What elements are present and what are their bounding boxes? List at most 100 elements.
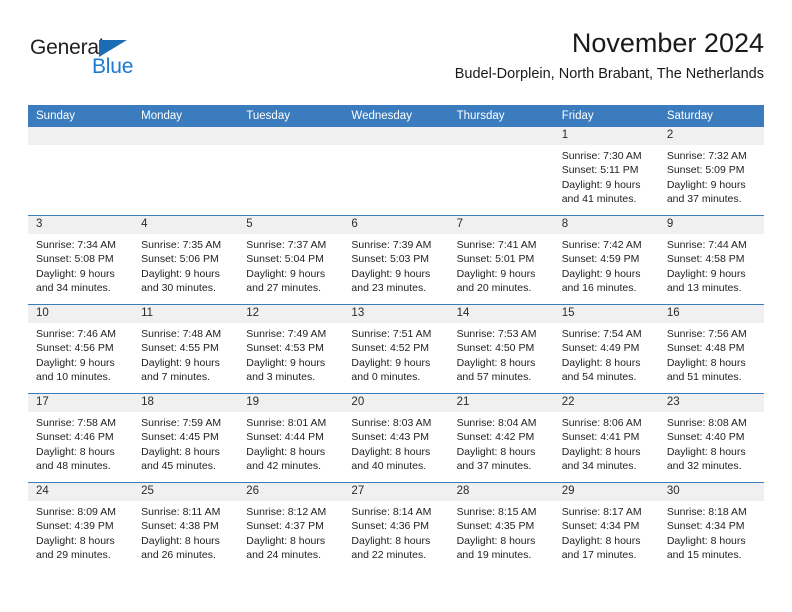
day-details: Sunrise: 7:59 AM Sunset: 4:45 PM Daylight:… <box>133 412 238 473</box>
calendar-day-cell[interactable]: 28 Sunrise: 8:15 AM Sunset: 4:35 PM Dayligh… <box>448 482 554 571</box>
day-detail-line: Daylight: 9 hours <box>141 356 220 369</box>
day-number: 24 <box>28 483 134 501</box>
calendar-day-cell[interactable]: 1 Sunrise: 7:30 AM Sunset: 5:11 PM Daylight… <box>553 127 659 216</box>
day-details <box>343 145 448 149</box>
day-detail-line: Sunrise: 8:12 AM <box>246 506 327 518</box>
day-details: Sunrise: 8:12 AM Sunset: 4:37 PM Daylight:… <box>238 501 343 562</box>
day-detail-line: Daylight: 9 hours <box>36 267 115 280</box>
day-detail-line: Daylight: 9 hours <box>36 356 115 369</box>
day-detail-line: Daylight: 9 hours <box>351 267 431 280</box>
day-details: Sunrise: 8:17 AM Sunset: 4:34 PM Daylight:… <box>554 501 659 562</box>
day-detail-line: and 24 minutes. <box>246 548 321 561</box>
logo-text-blue: Blue <box>92 55 134 78</box>
calendar-week-row: 24 Sunrise: 8:09 AM Sunset: 4:39 PM Dayligh… <box>28 482 764 571</box>
day-detail-line: and 7 minutes. <box>141 370 211 383</box>
calendar-day-cell[interactable]: 25 Sunrise: 8:11 AM Sunset: 4:38 PM Dayligh… <box>133 482 239 571</box>
calendar-day-cell[interactable]: 26 Sunrise: 8:12 AM Sunset: 4:37 PM Dayligh… <box>238 482 344 571</box>
calendar-day-cell[interactable]: 12 Sunrise: 7:49 AM Sunset: 4:53 PM Dayligh… <box>238 304 344 394</box>
calendar-day-cell[interactable]: 14 Sunrise: 7:53 AM Sunset: 4:50 PM Dayligh… <box>448 304 554 394</box>
calendar-day-cell[interactable]: 3 Sunrise: 7:34 AM Sunset: 5:08 PM Daylight… <box>28 215 134 305</box>
day-detail-line: Sunrise: 8:04 AM <box>456 417 537 429</box>
calendar-week-row: 1 Sunrise: 7:30 AM Sunset: 5:11 PM Daylight… <box>28 127 764 216</box>
calendar-day-cell[interactable]: 15 Sunrise: 7:54 AM Sunset: 4:49 PM Dayligh… <box>553 304 659 394</box>
day-detail-line: Sunrise: 7:41 AM <box>456 239 537 251</box>
calendar-day-cell[interactable]: 20 Sunrise: 8:03 AM Sunset: 4:43 PM Dayligh… <box>343 393 449 483</box>
weekday-header-saturday: Saturday <box>658 105 764 127</box>
day-number: 6 <box>343 216 449 234</box>
calendar-day-cell[interactable]: 16 Sunrise: 7:56 AM Sunset: 4:48 PM Dayligh… <box>658 304 764 394</box>
day-detail-line: and 34 minutes. <box>561 459 637 472</box>
day-detail-line: and 16 minutes. <box>561 281 637 294</box>
day-detail-line: and 19 minutes. <box>456 548 532 561</box>
day-detail-line: Sunrise: 8:11 AM <box>141 506 221 518</box>
day-detail-line: Sunset: 4:50 PM <box>456 342 535 355</box>
calendar-day-cell[interactable]: 23 Sunrise: 8:08 AM Sunset: 4:40 PM Dayligh… <box>658 393 764 483</box>
day-detail-line: Sunrise: 7:48 AM <box>141 328 222 340</box>
day-number: 9 <box>658 216 764 234</box>
day-detail-line: Sunrise: 8:01 AM <box>246 417 327 429</box>
calendar-day-cell[interactable]: 11 Sunrise: 7:48 AM Sunset: 4:55 PM Dayligh… <box>133 304 239 394</box>
day-detail-line: Daylight: 8 hours <box>36 445 115 458</box>
calendar-day-cell[interactable]: 7 Sunrise: 7:41 AM Sunset: 5:01 PM Daylight… <box>448 215 554 305</box>
calendar-day-cell[interactable]: 29 Sunrise: 8:17 AM Sunset: 4:34 PM Dayligh… <box>553 482 659 571</box>
day-detail-line: Sunrise: 7:44 AM <box>666 239 747 251</box>
day-detail-line: Sunset: 4:34 PM <box>666 520 745 533</box>
day-detail-line: Sunrise: 7:59 AM <box>141 417 222 429</box>
day-details: Sunrise: 7:46 AM Sunset: 4:56 PM Daylight:… <box>28 323 133 384</box>
day-number <box>28 127 134 145</box>
day-detail-line: and 13 minutes. <box>666 281 742 294</box>
weekday-header-friday: Friday <box>553 105 659 127</box>
calendar-day-cell[interactable]: 13 Sunrise: 7:51 AM Sunset: 4:52 PM Dayligh… <box>343 304 449 394</box>
day-detail-line: Sunrise: 7:34 AM <box>36 239 116 251</box>
day-detail-line: Sunrise: 7:53 AM <box>456 328 537 340</box>
calendar-day-cell[interactable]: 9 Sunrise: 7:44 AM Sunset: 4:58 PM Daylight… <box>658 215 764 305</box>
calendar-day-cell[interactable]: 5 Sunrise: 7:37 AM Sunset: 5:04 PM Daylight… <box>238 215 344 305</box>
day-number: 12 <box>238 305 344 323</box>
calendar-day-cell[interactable]: 21 Sunrise: 8:04 AM Sunset: 4:42 PM Dayligh… <box>448 393 554 483</box>
calendar-day-cell[interactable]: 10 Sunrise: 7:46 AM Sunset: 4:56 PM Dayligh… <box>28 304 134 394</box>
general-blue-logo: General Blue <box>30 36 170 84</box>
day-detail-line: Sunrise: 7:37 AM <box>246 239 327 251</box>
day-detail-line: Sunset: 4:36 PM <box>351 520 430 533</box>
day-details: Sunrise: 7:54 AM Sunset: 4:49 PM Daylight:… <box>554 323 659 384</box>
day-detail-line: Sunrise: 8:14 AM <box>351 506 432 518</box>
day-detail-line: Sunset: 4:59 PM <box>561 253 640 266</box>
calendar-day-cell[interactable]: 19 Sunrise: 8:01 AM Sunset: 4:44 PM Dayligh… <box>238 393 344 483</box>
calendar-day-cell[interactable]: 30 Sunrise: 8:18 AM Sunset: 4:34 PM Dayligh… <box>658 482 764 571</box>
calendar-day-cell[interactable]: 8 Sunrise: 7:42 AM Sunset: 4:59 PM Daylight… <box>553 215 659 305</box>
day-details: Sunrise: 7:51 AM Sunset: 4:52 PM Daylight:… <box>343 323 448 384</box>
day-detail-line: and 40 minutes. <box>351 459 427 472</box>
calendar-day-cell[interactable]: 24 Sunrise: 8:09 AM Sunset: 4:39 PM Dayligh… <box>28 482 134 571</box>
day-detail-line: Sunset: 4:40 PM <box>666 431 745 444</box>
day-details: Sunrise: 8:03 AM Sunset: 4:43 PM Daylight:… <box>343 412 448 473</box>
day-detail-line: Sunset: 4:38 PM <box>141 520 219 533</box>
day-details: Sunrise: 8:01 AM Sunset: 4:44 PM Daylight:… <box>238 412 343 473</box>
day-details: Sunrise: 7:41 AM Sunset: 5:01 PM Daylight:… <box>449 234 554 295</box>
calendar-day-cell[interactable]: 27 Sunrise: 8:14 AM Sunset: 4:36 PM Dayligh… <box>343 482 449 571</box>
day-detail-line: Sunrise: 7:35 AM <box>141 239 222 251</box>
calendar-day-cell[interactable]: 2 Sunrise: 7:32 AM Sunset: 5:09 PM Daylight… <box>658 127 764 216</box>
day-details <box>133 145 238 149</box>
day-details <box>449 145 554 149</box>
calendar-day-cell[interactable]: 4 Sunrise: 7:35 AM Sunset: 5:06 PM Daylight… <box>133 215 239 305</box>
day-details: Sunrise: 7:49 AM Sunset: 4:53 PM Daylight:… <box>238 323 343 384</box>
day-detail-line: and 41 minutes. <box>561 192 637 205</box>
day-detail-line: Sunset: 4:34 PM <box>561 520 640 533</box>
day-detail-line: Daylight: 9 hours <box>666 178 746 191</box>
calendar-week-row: 17 Sunrise: 7:58 AM Sunset: 4:46 PM Dayligh… <box>28 393 764 483</box>
calendar-body: 1 Sunrise: 7:30 AM Sunset: 5:11 PM Daylight… <box>28 127 764 571</box>
day-number: 25 <box>133 483 239 501</box>
day-detail-line: Sunset: 4:53 PM <box>246 342 324 355</box>
day-detail-line: Sunrise: 7:42 AM <box>561 239 642 251</box>
calendar-day-cell[interactable]: 6 Sunrise: 7:39 AM Sunset: 5:03 PM Daylight… <box>343 215 449 305</box>
day-detail-line: Sunrise: 7:39 AM <box>351 239 432 251</box>
calendar-day-cell[interactable]: 22 Sunrise: 8:06 AM Sunset: 4:41 PM Dayligh… <box>553 393 659 483</box>
day-number: 26 <box>238 483 344 501</box>
calendar-day-cell[interactable]: 18 Sunrise: 7:59 AM Sunset: 4:45 PM Dayligh… <box>133 393 239 483</box>
calendar-day-cell[interactable]: 17 Sunrise: 7:58 AM Sunset: 4:46 PM Dayligh… <box>28 393 134 483</box>
day-details: Sunrise: 7:34 AM Sunset: 5:08 PM Daylight:… <box>28 234 133 295</box>
day-detail-line: and 54 minutes. <box>561 370 637 383</box>
day-detail-line: Daylight: 8 hours <box>561 534 641 547</box>
day-detail-line: Sunset: 4:39 PM <box>36 520 114 533</box>
day-detail-line: Daylight: 8 hours <box>36 534 115 547</box>
